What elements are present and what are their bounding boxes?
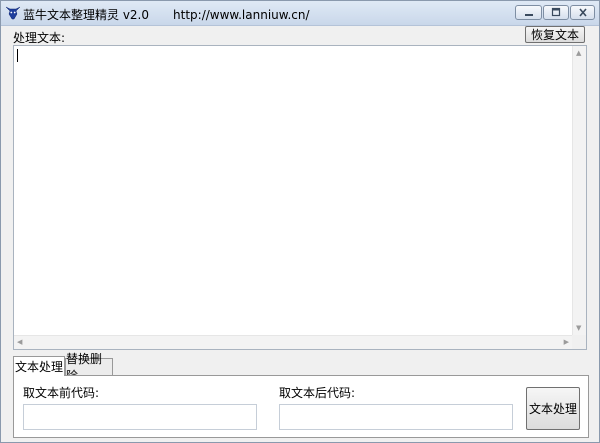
scroll-down-icon[interactable]: ▼	[576, 325, 581, 332]
scroll-up-icon[interactable]: ▲	[576, 50, 581, 57]
close-icon	[578, 8, 587, 17]
suffix-code-label: 取文本后代码:	[279, 386, 356, 400]
text-caret	[17, 49, 18, 62]
minimize-button[interactable]	[515, 5, 542, 20]
minimize-icon	[524, 14, 533, 16]
prefix-code-input[interactable]	[23, 404, 257, 430]
scroll-left-icon[interactable]: ◀	[17, 339, 22, 346]
horizontal-scrollbar[interactable]: ◀ ▶	[14, 335, 572, 349]
prefix-code-label: 取文本前代码:	[23, 386, 100, 400]
title-bar[interactable]: 蓝牛文本整理精灵 v2.0 http://www.lanniuw.cn/	[1, 1, 599, 26]
process-textarea[interactable]: ▲ ▼ ◀ ▶	[13, 45, 587, 350]
scroll-corner	[572, 335, 586, 349]
tab-replace-delete[interactable]: 替换删除	[65, 352, 113, 383]
process-text-button[interactable]: 文本处理	[526, 387, 580, 430]
tab-label: 文本处理	[14, 360, 63, 374]
scroll-right-icon[interactable]: ▶	[564, 339, 569, 346]
window-title: 蓝牛文本整理精灵 v2.0 http://www.lanniuw.cn/	[23, 6, 310, 23]
app-title: 蓝牛文本整理精灵 v2.0	[23, 8, 150, 22]
app-window: 蓝牛文本整理精灵 v2.0 http://www.lanniuw.cn/ 处理文本…	[0, 0, 600, 443]
vertical-scrollbar[interactable]: ▲ ▼	[572, 46, 586, 336]
process-text-label: 处理文本:	[13, 31, 66, 45]
tab-text-process[interactable]: 文本处理	[13, 356, 65, 376]
bull-logo-icon	[5, 6, 21, 20]
maximize-icon	[551, 7, 561, 17]
maximize-button[interactable]	[543, 5, 569, 20]
close-button[interactable]	[570, 5, 595, 20]
restore-text-button[interactable]: 恢复文本	[525, 26, 585, 43]
app-url: http://www.lanniuw.cn/	[173, 8, 310, 22]
suffix-code-input[interactable]	[279, 404, 513, 430]
